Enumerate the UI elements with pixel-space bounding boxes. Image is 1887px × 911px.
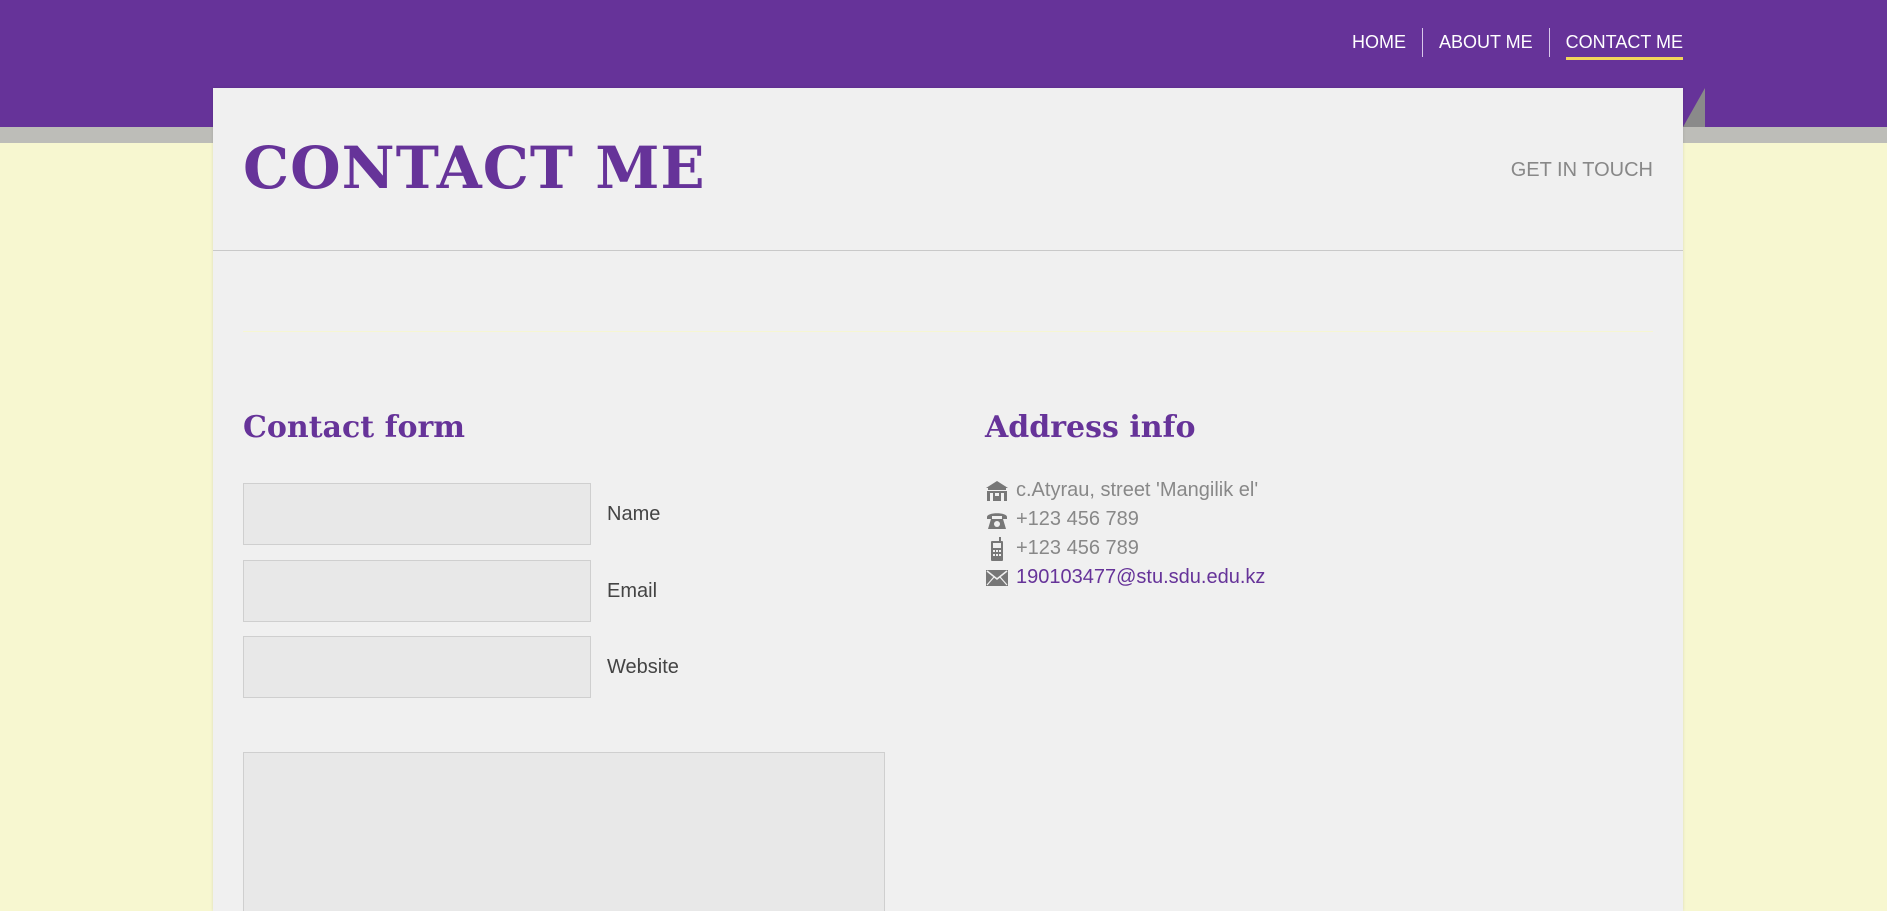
address-info-title: Address info [985, 410, 1196, 445]
website-input[interactable] [243, 636, 591, 698]
nav-about-link[interactable]: ABOUT ME [1423, 26, 1549, 58]
phone-text: +123 456 789 [1016, 508, 1139, 530]
address-list: c.Atyrau, street 'Mangilik el' +123 456 … [985, 476, 1265, 592]
email-link[interactable]: 190103477@stu.sdu.edu.kz [1016, 566, 1265, 589]
panel-fold-corner [1683, 88, 1705, 127]
name-label: Name [607, 503, 661, 525]
email-item: 190103477@stu.sdu.edu.kz [985, 563, 1265, 592]
home-icon [985, 479, 1009, 503]
website-label: Website [607, 656, 679, 678]
mobile-icon [985, 536, 1009, 561]
contact-form-title: Contact form [243, 410, 466, 445]
page-title: CONTACT ME [243, 134, 706, 202]
section-divider [243, 331, 1653, 332]
page-header: CONTACT ME GET IN TOUCH [213, 88, 1683, 251]
address-text: c.Atyrau, street 'Mangilik el' [1016, 479, 1259, 501]
phone-icon [985, 508, 1009, 532]
email-field-row: Email [243, 560, 657, 622]
content-panel: CONTACT ME GET IN TOUCH Contact form Nam… [213, 88, 1683, 911]
header-tagline: GET IN TOUCH [1510, 159, 1653, 181]
nav-home-link[interactable]: HOME [1336, 26, 1422, 58]
nav-contact-link[interactable]: CONTACT ME [1550, 26, 1684, 60]
message-textarea[interactable] [243, 752, 885, 911]
name-field-row: Name [243, 483, 660, 545]
website-field-row: Website [243, 636, 679, 698]
mail-icon [985, 566, 1009, 590]
email-input[interactable] [243, 560, 591, 622]
main-nav: HOME ABOUT ME CONTACT ME [1336, 26, 1684, 60]
mobile-text: +123 456 789 [1016, 537, 1139, 559]
mobile-item: +123 456 789 [985, 534, 1265, 563]
phone-item: +123 456 789 [985, 505, 1265, 534]
address-item: c.Atyrau, street 'Mangilik el' [985, 476, 1265, 505]
email-label: Email [607, 580, 658, 602]
name-input[interactable] [243, 483, 591, 545]
